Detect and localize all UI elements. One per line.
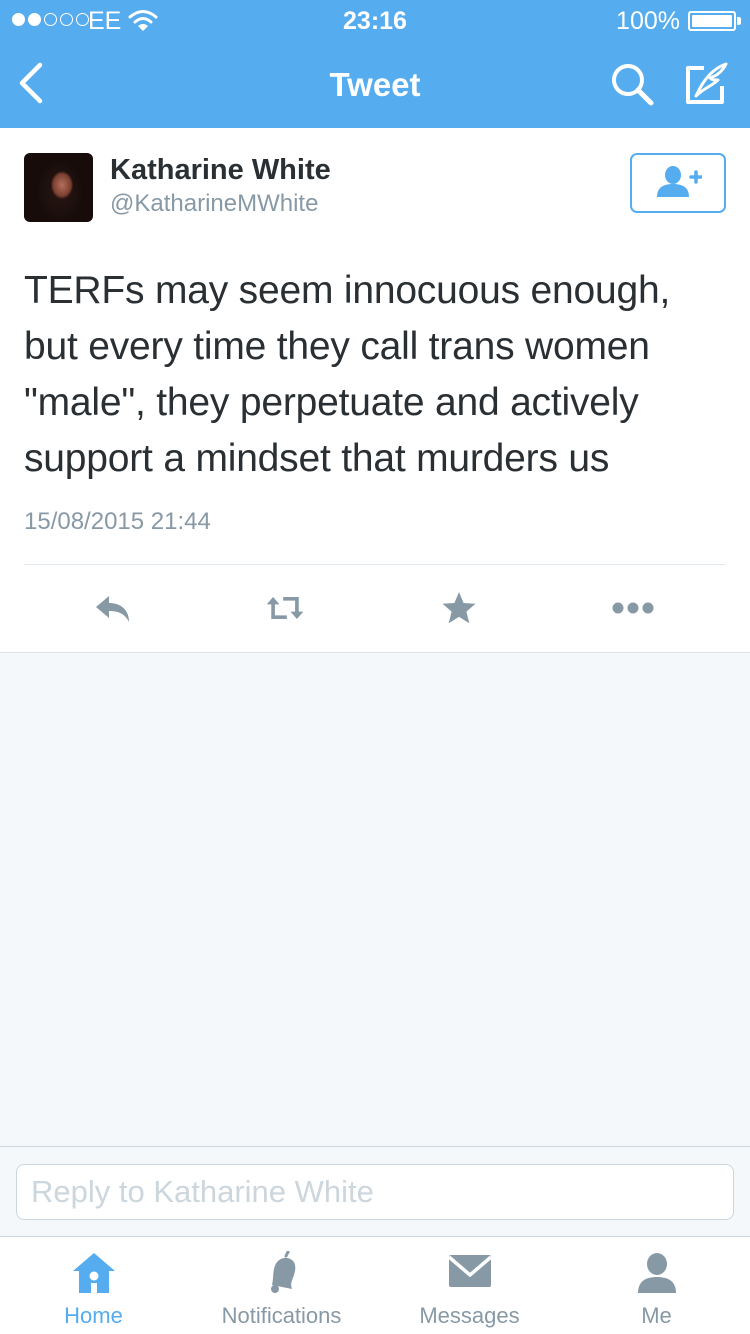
tab-messages[interactable]: Messages	[376, 1237, 563, 1334]
tweet-text: TERFs may seem innocuous enough, but eve…	[24, 263, 724, 487]
battery-level	[692, 15, 732, 27]
envelope-icon	[376, 1251, 563, 1295]
retweet-icon	[266, 597, 304, 619]
tab-notifications[interactable]: Notifications	[188, 1237, 375, 1334]
more-options-button[interactable]	[611, 588, 655, 628]
top-bar: EE 23:16 100% Tweet	[0, 0, 750, 128]
tab-label: Messages	[419, 1303, 520, 1328]
compose-icon	[686, 62, 728, 104]
search-icon	[612, 64, 654, 106]
favorite-button[interactable]	[437, 588, 481, 628]
author-name[interactable]: Katharine White	[110, 154, 331, 187]
person-icon	[563, 1251, 750, 1295]
tweet-text-line: support a mindset that murders us	[24, 437, 610, 480]
tab-label: Me	[641, 1303, 672, 1328]
tab-label: Home	[64, 1303, 123, 1328]
tab-bar: Home Notifications Messages Me	[0, 1236, 750, 1334]
battery-percentage: 100%	[616, 7, 680, 35]
add-user-icon	[657, 166, 702, 197]
tab-label: Notifications	[221, 1303, 342, 1328]
reply-icon	[96, 596, 129, 622]
battery-nub	[737, 17, 741, 25]
reply-bar	[0, 1146, 750, 1236]
bell-icon	[188, 1251, 375, 1295]
status-bar: EE 23:16 100%	[0, 0, 750, 40]
tab-home[interactable]: Home	[0, 1237, 187, 1334]
tweet-card: Katharine White @KatharineMWhite TERFs m…	[0, 128, 750, 653]
tab-me[interactable]: Me	[563, 1237, 750, 1334]
retweet-button[interactable]	[263, 588, 307, 628]
favorite-icon	[442, 592, 476, 624]
reply-button[interactable]	[91, 588, 135, 628]
battery-icon	[688, 11, 736, 31]
follow-button[interactable]	[630, 153, 726, 213]
author-handle[interactable]: @KatharineMWhite	[110, 190, 318, 218]
tweet-text-line: but every time they call trans women	[24, 325, 650, 368]
home-icon	[0, 1251, 187, 1295]
tweet-text-line: TERFs may seem innocuous enough,	[24, 269, 671, 312]
search-button[interactable]	[608, 60, 656, 108]
tweet-text-line: "male", they perpetuate and actively	[24, 381, 639, 424]
tweet-timestamp: 15/08/2015 21:44	[24, 508, 211, 535]
avatar[interactable]	[24, 153, 93, 222]
more-icon	[612, 602, 654, 614]
divider	[24, 564, 726, 565]
reply-input[interactable]	[16, 1164, 734, 1220]
compose-button[interactable]	[682, 60, 730, 108]
